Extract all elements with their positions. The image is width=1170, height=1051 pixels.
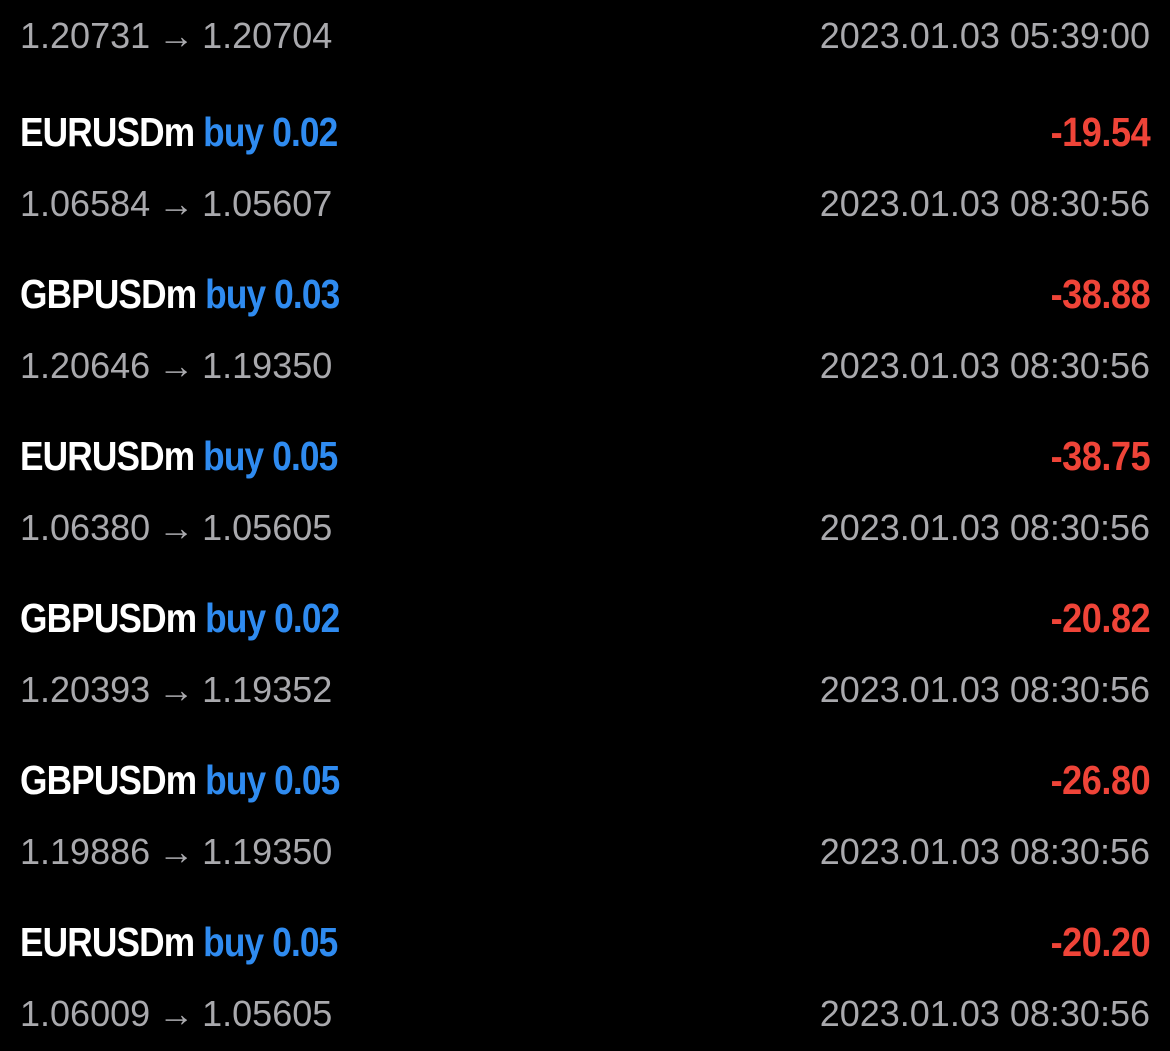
- open-price: 1.20646: [20, 345, 151, 386]
- trade-row-details: 1.20393 → 1.19352 2023.01.03 08:30:56: [20, 666, 1150, 714]
- trade-row-header: EURUSDm buy 0.02 -19.54: [20, 104, 1150, 160]
- open-price: 1.20393: [20, 669, 151, 710]
- price-range: 1.06380 → 1.05605: [20, 504, 332, 552]
- trade-profit: -20.82: [1050, 595, 1150, 641]
- close-price: 1.05605: [202, 993, 333, 1034]
- price-range: 1.19886 → 1.19350: [20, 828, 332, 876]
- trade-symbol: GBPUSDm buy 0.05: [20, 752, 340, 808]
- trade-time: 2023.01.03 08:30:56: [819, 669, 1150, 710]
- close-price: 1.19350: [202, 831, 333, 872]
- arrow-icon: →: [158, 183, 195, 224]
- trade-time: 2023.01.03 08:30:56: [819, 993, 1150, 1034]
- trade-row[interactable]: EURUSDm buy 0.02 -19.54 1.06584 → 1.05607 …: [20, 104, 1150, 234]
- price-range: 1.06584 → 1.05607: [20, 180, 332, 228]
- trade-row[interactable]: EURUSDm buy 0.05 -38.75 1.06380 → 1.05605 …: [20, 428, 1150, 558]
- trade-time: 2023.01.03 08:30:56: [819, 345, 1150, 386]
- open-price: 1.06584: [20, 183, 151, 224]
- trade-row-details: 1.06009 → 1.05605 2023.01.03 08:30:56: [20, 990, 1150, 1038]
- price-range: 1.20393 → 1.19352: [20, 666, 332, 714]
- symbol-name: GBPUSDm: [20, 757, 197, 803]
- open-price: 1.06009: [20, 993, 151, 1034]
- arrow-icon: →: [158, 669, 195, 710]
- trade-row-header: EURUSDm buy 0.05 -38.75: [20, 428, 1150, 484]
- order-type-volume: buy 0.05: [203, 433, 338, 479]
- trade-time: 2023.01.03 08:30:56: [819, 831, 1150, 872]
- symbol-name: EURUSDm: [20, 433, 195, 479]
- order-type-volume: buy 0.02: [205, 595, 340, 641]
- trade-time: 2023.01.03 08:30:56: [819, 183, 1150, 224]
- trade-row-partial[interactable]: 1.20731 → 1.20704 2023.01.03 05:39:00: [20, 12, 1150, 60]
- symbol-name: GBPUSDm: [20, 595, 197, 641]
- symbol-name: EURUSDm: [20, 919, 195, 965]
- close-price: 1.05607: [202, 183, 333, 224]
- trade-profit: -19.54: [1050, 109, 1150, 155]
- order-type-volume: buy 0.03: [205, 271, 340, 317]
- price-range: 1.20731 → 1.20704: [20, 12, 332, 60]
- open-price: 1.19886: [20, 831, 151, 872]
- trade-row[interactable]: EURUSDm buy 0.05 -20.20 1.06009 → 1.05605 …: [20, 914, 1150, 1044]
- arrow-icon: →: [158, 15, 195, 56]
- price-range: 1.06009 → 1.05605: [20, 990, 332, 1038]
- trade-row-header: EURUSDm buy 0.05 -20.20: [20, 914, 1150, 970]
- close-price: 1.05605: [202, 507, 333, 548]
- trade-time: 2023.01.03 08:30:56: [819, 507, 1150, 548]
- trade-row[interactable]: GBPUSDm buy 0.02 -20.82 1.20393 → 1.19352 …: [20, 590, 1150, 720]
- symbol-name: EURUSDm: [20, 109, 195, 155]
- trade-profit: -38.88: [1050, 271, 1150, 317]
- trade-row-details: 1.20731 → 1.20704 2023.01.03 05:39:00: [20, 12, 1150, 60]
- arrow-icon: →: [158, 345, 195, 386]
- trade-row-details: 1.06380 → 1.05605 2023.01.03 08:30:56: [20, 504, 1150, 552]
- trade-profit: -20.20: [1050, 919, 1150, 965]
- trade-row-details: 1.06584 → 1.05607 2023.01.03 08:30:56: [20, 180, 1150, 228]
- arrow-icon: →: [158, 507, 195, 548]
- close-price: 1.20704: [202, 15, 333, 56]
- trade-row-header: GBPUSDm buy 0.02 -20.82: [20, 590, 1150, 646]
- trade-profit: -38.75: [1050, 433, 1150, 479]
- order-type-volume: buy 0.05: [205, 757, 340, 803]
- trade-symbol: GBPUSDm buy 0.02: [20, 590, 340, 646]
- trade-symbol: GBPUSDm buy 0.03: [20, 266, 340, 322]
- trade-symbol: EURUSDm buy 0.05: [20, 914, 338, 970]
- order-type-volume: buy 0.02: [203, 109, 338, 155]
- close-price: 1.19352: [202, 669, 333, 710]
- trade-row-header: GBPUSDm buy 0.05 -26.80: [20, 752, 1150, 808]
- trade-history-list: 1.20731 → 1.20704 2023.01.03 05:39:00 EURU…: [0, 0, 1170, 1051]
- price-range: 1.20646 → 1.19350: [20, 342, 332, 390]
- arrow-icon: →: [158, 993, 195, 1034]
- trade-row-header: GBPUSDm buy 0.03 -38.88: [20, 266, 1150, 322]
- trade-row-details: 1.20646 → 1.19350 2023.01.03 08:30:56: [20, 342, 1150, 390]
- symbol-name: GBPUSDm: [20, 271, 197, 317]
- trade-row[interactable]: GBPUSDm buy 0.05 -26.80 1.19886 → 1.19350 …: [20, 752, 1150, 882]
- arrow-icon: →: [158, 831, 195, 872]
- open-price: 1.20731: [20, 15, 151, 56]
- open-price: 1.06380: [20, 507, 151, 548]
- trade-profit: -26.80: [1050, 757, 1150, 803]
- trade-row-details: 1.19886 → 1.19350 2023.01.03 08:30:56: [20, 828, 1150, 876]
- trade-time: 2023.01.03 05:39:00: [819, 15, 1150, 56]
- trade-row[interactable]: GBPUSDm buy 0.03 -38.88 1.20646 → 1.19350 …: [20, 266, 1150, 396]
- trade-symbol: EURUSDm buy 0.05: [20, 428, 338, 484]
- close-price: 1.19350: [202, 345, 333, 386]
- order-type-volume: buy 0.05: [203, 919, 338, 965]
- trade-symbol: EURUSDm buy 0.02: [20, 104, 338, 160]
